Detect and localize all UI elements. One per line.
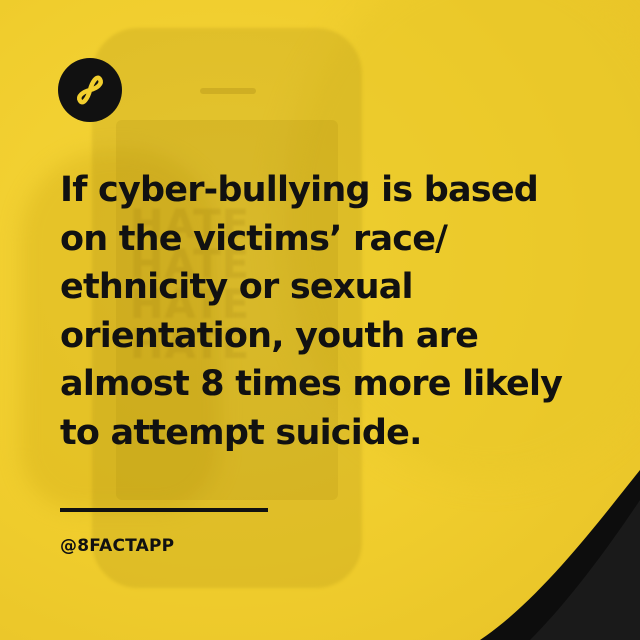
fact-headline: If cyber-bullying is based on the victim…: [60, 170, 563, 453]
social-handle: @8FACTAPP: [60, 536, 175, 556]
brand-logo: [58, 58, 122, 122]
infinity-eight-icon: [77, 75, 103, 105]
post-canvas: HATE HATE HATE HATE If cyber-bullying is…: [0, 0, 640, 640]
divider-line: [60, 508, 268, 512]
